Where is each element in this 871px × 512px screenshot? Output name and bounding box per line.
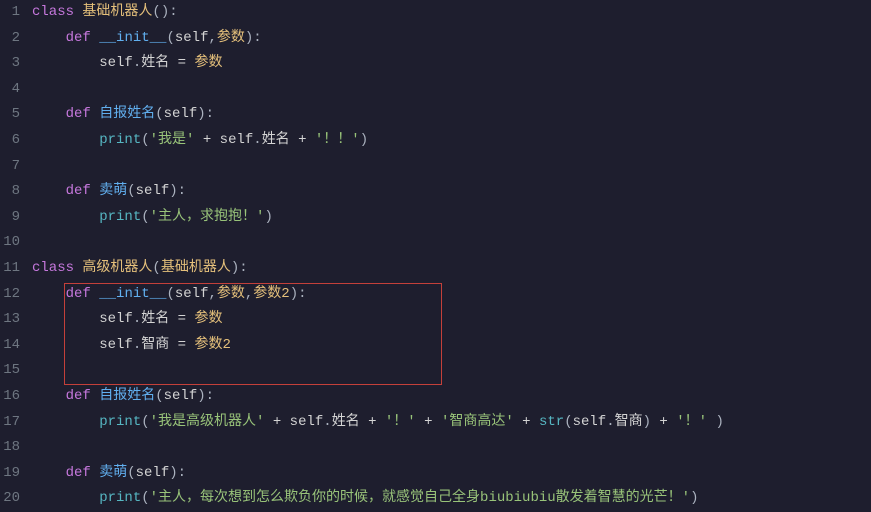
line-number: 4: [0, 77, 20, 103]
line-number-gutter: 1 2 3 4 5 6 7 8 9 10 11 12 13 14 15 16 1…: [0, 0, 32, 512]
code-content[interactable]: class 基础机器人(): def __init__(self,参数): se…: [32, 0, 871, 512]
code-line: [32, 358, 871, 384]
code-line: class 高级机器人(基础机器人):: [32, 256, 871, 282]
line-number: 19: [0, 461, 20, 487]
line-number: 6: [0, 128, 20, 154]
builtin-function: print: [99, 490, 141, 506]
code-line: [32, 154, 871, 180]
builtin-function: print: [99, 209, 141, 225]
code-editor: 1 2 3 4 5 6 7 8 9 10 11 12 13 14 15 16 1…: [0, 0, 871, 512]
line-number: 5: [0, 102, 20, 128]
string-literal: '主人，求抱抱！': [150, 209, 265, 225]
code-line: def 自报姓名(self):: [32, 384, 871, 410]
line-number: 14: [0, 333, 20, 359]
string-literal: '我是高级机器人': [150, 414, 265, 430]
keyword: def: [66, 106, 91, 122]
function-name: 卖萌: [99, 465, 127, 481]
code-line: def 自报姓名(self):: [32, 102, 871, 128]
line-number: 10: [0, 230, 20, 256]
line-number: 16: [0, 384, 20, 410]
line-number: 9: [0, 205, 20, 231]
keyword: class: [32, 4, 74, 20]
string-literal: '！': [676, 414, 707, 430]
code-line: print('我是' + self.姓名 + '！！'): [32, 128, 871, 154]
code-line: self.姓名 = 参数: [32, 307, 871, 333]
builtin-function: print: [99, 414, 141, 430]
parameter: 参数: [217, 30, 245, 46]
parameter: 参数: [217, 286, 245, 302]
string-literal: '主人，每次想到怎么欺负你的时候，就感觉自己全身biubiubiu散发着智慧的光…: [150, 490, 690, 506]
class-name: 高级机器人: [82, 260, 152, 276]
code-line: [32, 230, 871, 256]
line-number: 1: [0, 0, 20, 26]
code-line: print('我是高级机器人' + self.姓名 + '！' + '智商高达'…: [32, 410, 871, 436]
function-name: 卖萌: [99, 183, 127, 199]
builtin-function: str: [539, 414, 564, 430]
string-literal: '！！': [315, 132, 360, 148]
code-line: def __init__(self,参数):: [32, 26, 871, 52]
line-number: 17: [0, 410, 20, 436]
builtin-function: print: [99, 132, 141, 148]
keyword: class: [32, 260, 74, 276]
class-name: 基础机器人: [82, 4, 152, 20]
line-number: 8: [0, 179, 20, 205]
line-number: 11: [0, 256, 20, 282]
function-name: __init__: [99, 286, 166, 302]
keyword: def: [66, 30, 91, 46]
base-class: 基础机器人: [161, 260, 231, 276]
line-number: 12: [0, 282, 20, 308]
function-name: 自报姓名: [99, 106, 155, 122]
line-number: 15: [0, 358, 20, 384]
code-line: class 基础机器人():: [32, 0, 871, 26]
string-literal: '！': [385, 414, 416, 430]
line-number: 2: [0, 26, 20, 52]
code-line: def 卖萌(self):: [32, 179, 871, 205]
line-number: 7: [0, 154, 20, 180]
keyword: def: [66, 465, 91, 481]
keyword: def: [66, 286, 91, 302]
line-number: 3: [0, 51, 20, 77]
code-line: [32, 77, 871, 103]
code-line: print('主人，求抱抱！'): [32, 205, 871, 231]
keyword: def: [66, 183, 91, 199]
code-line: self.智商 = 参数2: [32, 333, 871, 359]
line-number: 20: [0, 486, 20, 512]
line-number: 18: [0, 435, 20, 461]
code-line: def 卖萌(self):: [32, 461, 871, 487]
line-number: 13: [0, 307, 20, 333]
string-literal: '智商高达': [441, 414, 514, 430]
parameter: 参数2: [253, 286, 289, 302]
code-line: print('主人，每次想到怎么欺负你的时候，就感觉自己全身biubiubiu散…: [32, 486, 871, 512]
function-name: __init__: [99, 30, 166, 46]
code-line: self.姓名 = 参数: [32, 51, 871, 77]
string-literal: '我是': [150, 132, 195, 148]
keyword: def: [66, 388, 91, 404]
code-line: [32, 435, 871, 461]
function-name: 自报姓名: [99, 388, 155, 404]
code-line: def __init__(self,参数,参数2):: [32, 282, 871, 308]
